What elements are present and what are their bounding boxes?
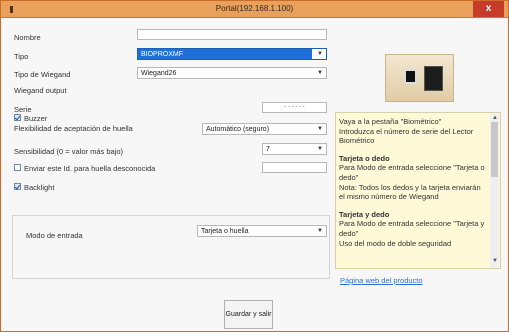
modo-select[interactable]: Tarjeta o huella ▼ [197, 225, 327, 237]
help-heading-2: Tarjeta y dedo [339, 209, 390, 219]
tipo-wiegand-select[interactable]: Wiegand26 ▼ [137, 67, 327, 79]
device-screen [404, 69, 417, 84]
tipo-select[interactable]: BIOPROXMF ▼ [137, 48, 327, 60]
enviar-label: Enviar este Id. para huella desconocida [24, 164, 156, 173]
backlight-label: Backlight [24, 183, 55, 192]
title-bar[interactable]: Portal(192.168.1.100) x [1, 1, 508, 18]
flexibilidad-select[interactable]: Automático (seguro) ▼ [202, 123, 327, 135]
help-intro: Vaya a la pestaña "Biométrico" Introduzc… [339, 117, 474, 146]
product-link[interactable]: Página web del producto [340, 276, 423, 285]
portal-dialog: Portal(192.168.1.100) x Nombre Tipo BIOP… [0, 0, 509, 332]
scroll-thumb[interactable] [491, 122, 498, 177]
help-text-1: Para Modo de entrada seleccione "Tarjeta… [339, 163, 485, 202]
serie-input[interactable]: - - - - - - [262, 102, 327, 113]
backlight-checkbox[interactable] [14, 183, 21, 190]
scroll-down-icon[interactable]: ▼ [492, 257, 498, 267]
buzzer-checkbox[interactable] [14, 114, 21, 121]
save-button[interactable]: Guardar y salir [224, 300, 273, 329]
enviar-input[interactable] [262, 162, 327, 173]
nombre-label: Nombre [14, 33, 41, 42]
buzzer-label: Buzzer [24, 114, 48, 123]
modo-label: Modo de entrada [26, 231, 83, 240]
help-text-2: Para Modo de entrada seleccione "Tarjeta… [339, 219, 485, 248]
chevron-down-icon: ▼ [317, 228, 323, 234]
close-button[interactable]: x [473, 1, 504, 17]
flexibilidad-label: Flexibilidad de aceptación de huella [14, 124, 133, 133]
chevron-down-icon: ▼ [317, 51, 323, 57]
serie-label: Serie [14, 105, 32, 114]
flexibilidad-value: Automático (seguro) [206, 126, 270, 133]
sensibilidad-select[interactable]: 7 ▼ [262, 143, 327, 155]
help-heading-1: Tarjeta o dedo [339, 153, 390, 163]
tipo-value: BIOPROXMF [141, 51, 184, 58]
enviar-checkbox[interactable] [14, 164, 21, 171]
sensibilidad-value: 7 [266, 146, 270, 153]
nombre-input[interactable] [137, 29, 327, 40]
tipo-wiegand-label: Tipo de Wiegand [14, 70, 71, 79]
modo-value: Tarjeta o huella [201, 228, 249, 235]
wiegand-output-label: Wiegand output [14, 86, 67, 95]
tipo-wiegand-value: Wiegand26 [141, 70, 177, 77]
dialog-content: Nombre Tipo BIOPROXMF ▼ Tipo de Wiegand … [2, 19, 507, 331]
device-image [385, 54, 454, 102]
chevron-down-icon: ▼ [317, 126, 323, 132]
help-panel[interactable]: Vaya a la pestaña "Biométrico" Introduzc… [335, 112, 501, 269]
help-scrollbar[interactable]: ▲ ▼ [490, 114, 499, 267]
chevron-down-icon: ▼ [317, 70, 323, 76]
sensibilidad-label: Sensibilidad (0 = valor más bajo) [14, 147, 124, 156]
window-title: Portal(192.168.1.100) [215, 4, 294, 13]
chevron-down-icon: ▼ [317, 146, 323, 152]
tipo-label: Tipo [14, 52, 29, 61]
fingerprint-sensor [424, 66, 443, 91]
